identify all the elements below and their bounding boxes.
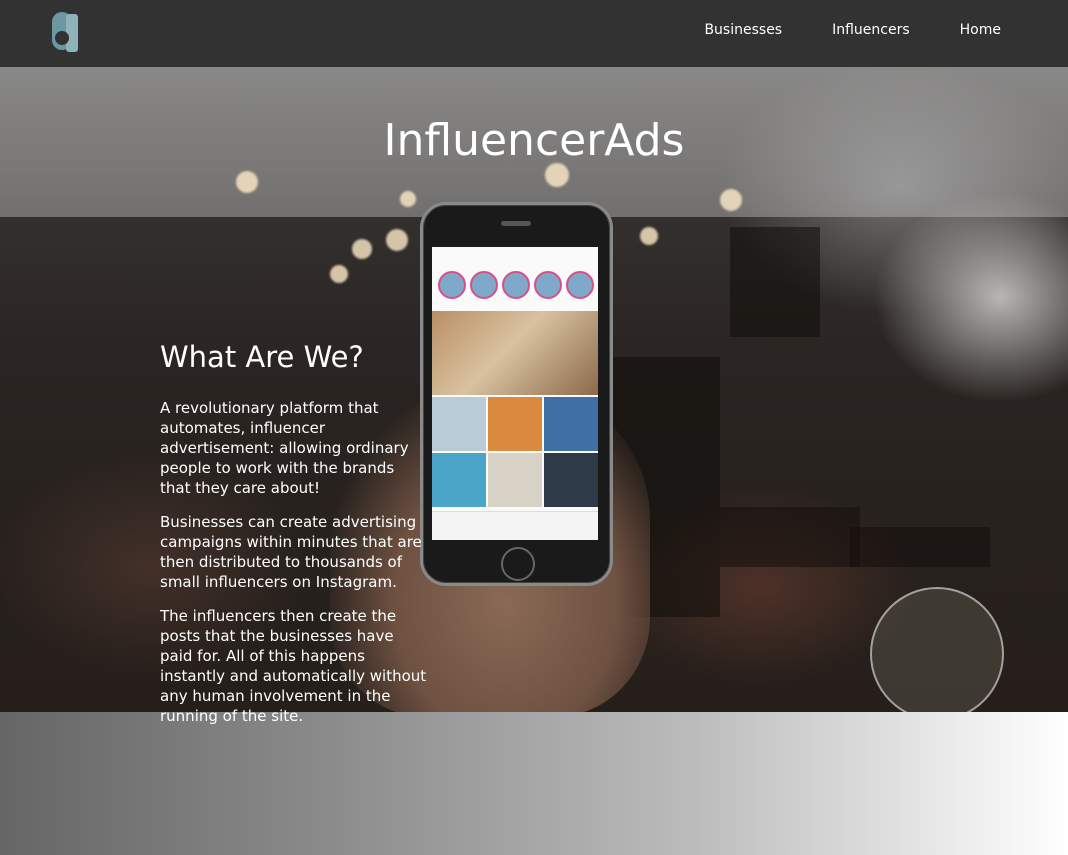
story-avatar <box>438 271 466 299</box>
grid-thumbnail <box>488 397 542 451</box>
drink-glass <box>870 587 1004 712</box>
story-avatar <box>566 271 594 299</box>
nav-home-link[interactable]: Home <box>960 22 1001 38</box>
grid-thumbnail <box>432 397 486 451</box>
bokeh-light <box>386 229 408 251</box>
instagram-screen <box>432 247 598 540</box>
bokeh-light <box>236 171 258 193</box>
story-row <box>432 265 598 305</box>
main-nav: Businesses Influencers Home <box>704 0 1001 60</box>
shelf <box>720 507 860 567</box>
shelf <box>850 527 990 567</box>
bokeh-light <box>352 239 372 259</box>
logo-icon[interactable] <box>48 8 84 54</box>
site-header: Businesses Influencers Home <box>0 0 1068 67</box>
site-title: InfluencerAds <box>383 115 685 166</box>
story-avatar <box>502 271 530 299</box>
bokeh-light <box>330 265 348 283</box>
smartphone-illustration <box>420 202 613 586</box>
about-paragraph: The influencers then create the posts th… <box>160 607 427 725</box>
featured-post-image <box>432 311 598 395</box>
nav-influencers-link[interactable]: Influencers <box>832 22 910 38</box>
story-avatar <box>534 271 562 299</box>
app-tab-bar <box>432 511 598 540</box>
grid-thumbnail <box>544 397 598 451</box>
story-avatar <box>470 271 498 299</box>
post-grid <box>432 397 598 507</box>
grid-thumbnail <box>488 453 542 507</box>
about-heading: What Are We? <box>160 340 364 374</box>
bokeh-light <box>640 227 658 245</box>
bokeh-light <box>545 163 569 187</box>
about-section: What Are We? A revolutionary platform th… <box>160 340 428 740</box>
bokeh-light <box>720 189 742 211</box>
home-button <box>501 547 535 581</box>
about-paragraph: A revolutionary platform that automates,… <box>160 399 409 497</box>
grid-thumbnail <box>432 453 486 507</box>
bokeh-light <box>400 191 416 207</box>
about-paragraph: Businesses can create advertising campai… <box>160 513 422 591</box>
nav-businesses-link[interactable]: Businesses <box>704 22 782 38</box>
wall-sign <box>730 227 820 337</box>
grid-thumbnail <box>544 453 598 507</box>
phone-speaker <box>501 221 531 226</box>
